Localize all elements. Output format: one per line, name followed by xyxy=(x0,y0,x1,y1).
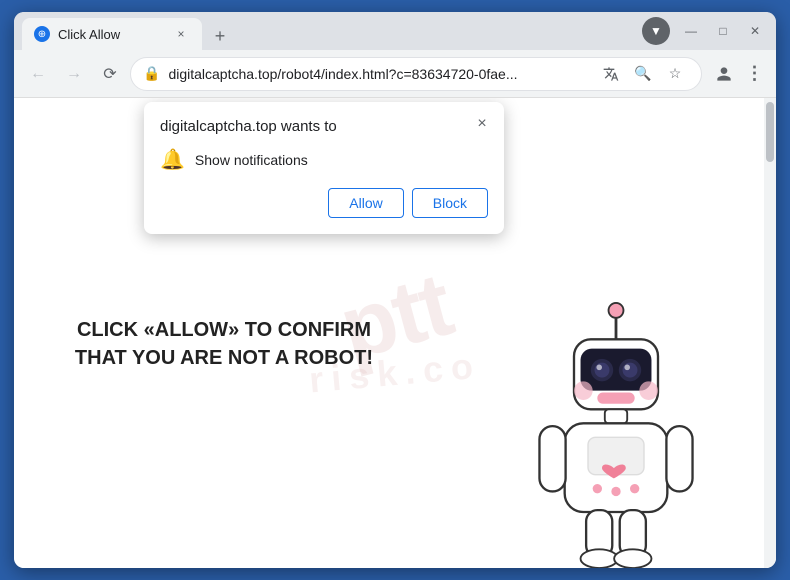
bell-icon: 🔔 xyxy=(160,147,185,172)
robot-illustration xyxy=(516,288,716,568)
address-bar-row: ← → ⟳ 🔒 digitalcaptcha.top/robot4/index.… xyxy=(14,50,776,98)
scrollbar[interactable] xyxy=(764,98,776,568)
popup-title: digitalcaptcha.top wants to xyxy=(160,118,488,135)
profile-button[interactable] xyxy=(710,60,738,88)
block-button[interactable]: Block xyxy=(412,188,488,218)
popup-close-button[interactable]: × xyxy=(470,112,494,136)
chrome-menu-dots[interactable]: ⋮ xyxy=(740,60,768,88)
lock-icon: 🔒 xyxy=(143,65,160,82)
tab-close-button[interactable]: × xyxy=(172,25,190,43)
window-controls: — □ ✕ xyxy=(678,18,768,44)
browser-window: Click Allow × + ▼ — □ ✕ ← → ⟳ 🔒 digitalc… xyxy=(14,12,776,568)
search-icon[interactable]: 🔍 xyxy=(629,60,657,88)
back-button[interactable]: ← xyxy=(22,58,54,90)
maximize-button[interactable]: □ xyxy=(710,18,736,44)
address-bar[interactable]: 🔒 digitalcaptcha.top/robot4/index.html?c… xyxy=(130,57,702,91)
star-icon[interactable]: ☆ xyxy=(661,60,689,88)
title-bar: Click Allow × + ▼ — □ ✕ xyxy=(14,12,776,50)
allow-button[interactable]: Allow xyxy=(328,188,403,218)
page-content: ptt risk.co CLICK «ALLOW» TO CONFIRM THA… xyxy=(14,98,776,568)
page-main-text: CLICK «ALLOW» TO CONFIRM THAT YOU ARE NO… xyxy=(54,316,394,372)
tab-favicon xyxy=(34,26,50,42)
reload-button[interactable]: ⟳ xyxy=(94,58,126,90)
url-text: digitalcaptcha.top/robot4/index.html?c=8… xyxy=(168,66,589,82)
tab-strip: Click Allow × + xyxy=(22,12,634,50)
chrome-menu-button[interactable]: ▼ xyxy=(642,17,670,45)
permission-label: Show notifications xyxy=(195,152,308,168)
translate-icon[interactable] xyxy=(597,60,625,88)
active-tab[interactable]: Click Allow × xyxy=(22,18,202,50)
address-icons: 🔍 ☆ xyxy=(597,60,689,88)
close-button[interactable]: ✕ xyxy=(742,18,768,44)
scrollbar-thumb[interactable] xyxy=(766,102,774,162)
notification-popup: × digitalcaptcha.top wants to 🔔 Show not… xyxy=(144,102,504,234)
minimize-button[interactable]: — xyxy=(678,18,704,44)
forward-button[interactable]: → xyxy=(58,58,90,90)
new-tab-button[interactable]: + xyxy=(206,22,234,50)
popup-buttons: Allow Block xyxy=(160,188,488,218)
permission-row: 🔔 Show notifications xyxy=(160,147,488,172)
tab-title: Click Allow xyxy=(58,27,164,42)
toolbar-right: ⋮ xyxy=(710,60,768,88)
